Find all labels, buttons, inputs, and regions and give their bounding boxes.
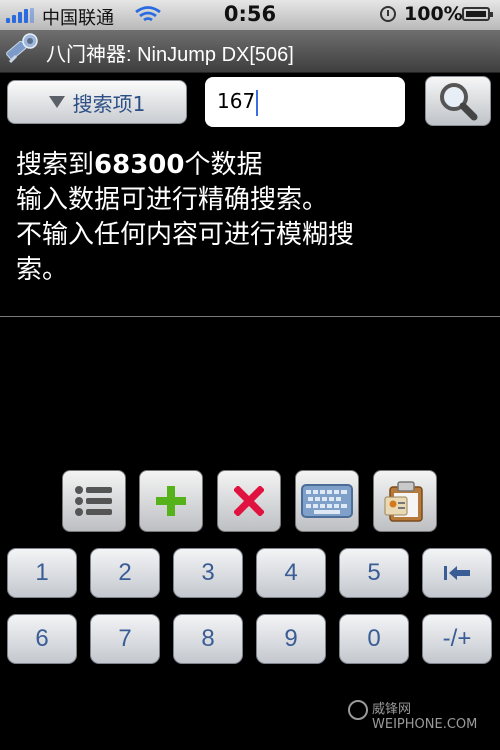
search-row: 搜索项1 167 [0,72,500,132]
info-line-fuzzy: 不输入任何内容可进行模糊搜 [16,220,355,250]
rotation-lock-icon [380,6,396,22]
clipboard-icon [384,481,423,522]
key-0[interactable]: 0 [339,614,409,664]
search-input-value: 167 [217,89,256,113]
list-button[interactable] [62,470,126,532]
key-4[interactable]: 4 [256,548,326,598]
search-button[interactable] [425,76,491,126]
battery-icon [462,7,493,21]
key-6[interactable]: 6 [7,614,77,664]
title-bar: 八门神器: NinJump DX[506] [0,30,500,73]
result-suffix: 个数据 [184,150,263,180]
clear-button[interactable] [217,470,281,532]
plus-icon [156,486,186,516]
key-2[interactable]: 2 [90,548,160,598]
search-icon [440,83,478,121]
search-input[interactable]: 167 [205,77,405,127]
page-title: 八门神器: NinJump DX[506] [46,44,294,66]
toolbar [0,470,500,534]
app-logo-icon [6,33,38,64]
watermark-text: 威锋网 WEIPHONE.COM [372,702,478,732]
backspace-key[interactable] [422,548,492,598]
key-5[interactable]: 5 [339,548,409,598]
battery-percent: 100% [404,3,463,25]
info-line-fuzzy-end: 索。 [16,255,69,285]
text-cursor [256,89,259,116]
key-7[interactable]: 7 [90,614,160,664]
watermark-logo-icon [348,700,368,720]
keyboard-icon [301,484,353,518]
sign-toggle-key[interactable]: -/+ [422,614,492,664]
key-8[interactable]: 8 [173,614,243,664]
dropdown-label: 搜索项1 [72,91,146,116]
keyboard-button[interactable] [295,470,359,532]
key-1[interactable]: 1 [7,548,77,598]
close-icon [234,486,264,516]
search-item-dropdown[interactable]: 搜索项1 [7,80,187,124]
clipboard-button[interactable] [373,470,437,532]
backspace-icon [444,566,470,580]
add-button[interactable] [139,470,203,532]
divider [0,316,500,317]
status-bar: 中国联通 0:56 100% [0,0,500,30]
list-icon [75,486,112,516]
search-result-info: 搜索到68300个数据 输入数据可进行精确搜索。 不输入任何内容可进行模糊搜 索… [16,148,486,288]
chevron-down-icon [48,96,65,108]
key-9[interactable]: 9 [256,614,326,664]
key-3[interactable]: 3 [173,548,243,598]
result-count-line: 搜索到68300个数据 [16,148,486,183]
result-count: 68300 [94,150,185,180]
info-line-exact: 输入数据可进行精确搜索。 [16,185,329,215]
result-prefix: 搜索到 [16,150,95,180]
